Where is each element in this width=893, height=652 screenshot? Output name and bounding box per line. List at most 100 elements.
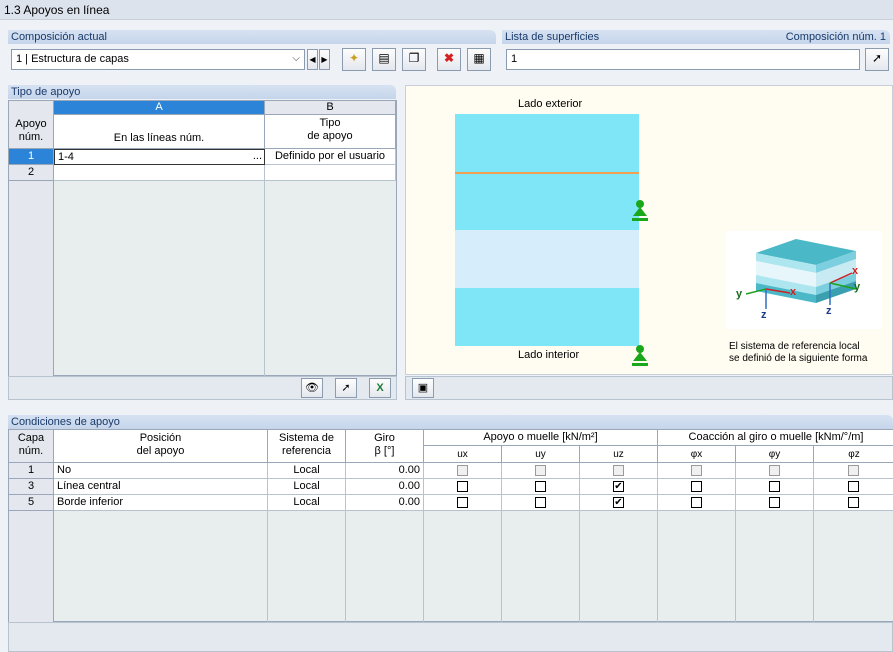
layer-bottom [455,288,639,346]
row-number[interactable]: 2 [9,165,54,181]
axis-x-label: x [852,265,859,277]
ux-checkbox[interactable] [457,497,468,508]
conditions-table: Capa núm. Posición del apoyo Sistema de ref… [8,429,893,622]
header-phiy: φy [736,446,814,463]
view-button[interactable]: 👁 [301,378,323,398]
row-number[interactable]: 3 [9,479,54,495]
pick-line-button[interactable]: ➚ [335,378,357,398]
uz-checkbox[interactable] [613,465,624,476]
column-a-header[interactable]: A [54,101,265,115]
header-position: Posición del apoyo [54,430,268,463]
excel-export-button[interactable]: X [369,378,391,398]
composition-dropdown[interactable]: 1 | Estructura de capas ⌵ [11,49,305,70]
coordinate-note-1: El sistema de referencia local [729,341,860,352]
copy-composition-button[interactable]: ❐ [402,48,426,71]
header-rotation-spring: Coacción al giro o muelle [kNm/°/m] [658,430,893,446]
row-header-empty [9,511,54,622]
row-number[interactable]: 1 [9,149,54,165]
copy-icon: ❐ [408,51,420,65]
new-composition-button[interactable]: ✦ [342,48,366,71]
pick-surface-button[interactable]: ➚ [865,48,889,71]
table-export-button[interactable]: ▦ [467,48,491,71]
row-number[interactable]: 1 [9,463,54,479]
next-button[interactable]: ▶ [319,49,330,70]
position-cell[interactable]: Borde inferior [54,495,268,511]
conditions-header: Condiciones de apoyo [8,415,893,429]
reference-system-cell[interactable]: Local [268,479,346,495]
window-title: 1.3 Apoyos en línea [0,0,893,20]
position-cell[interactable]: No [54,463,268,479]
position-cell[interactable]: Línea central [54,479,268,495]
new-icon: ✦ [348,51,360,65]
axis-y-label: y [854,281,861,293]
uy-checkbox[interactable] [535,481,546,492]
axis-z-label: z [826,305,832,317]
header-uz: uz [580,446,658,463]
ux-checkbox[interactable] [457,465,468,476]
rotation-cell[interactable]: 0.00 [346,479,424,495]
px-checkbox[interactable] [691,481,702,492]
py-cell [736,479,814,495]
uy-cell [502,495,580,511]
reference-system-cell[interactable]: Local [268,463,346,479]
py-checkbox[interactable] [769,465,780,476]
prev-button[interactable]: ◀ [307,49,318,70]
edit-composition-button[interactable]: ▤ [372,48,396,71]
axis-x-label: x [790,286,797,298]
conditions-toolbar [8,622,893,652]
support-type-cell[interactable]: Definido por el usuario [265,149,396,165]
support-type-header: Tipo de apoyo [8,85,396,99]
pz-checkbox[interactable] [848,465,859,476]
pz-cell [814,463,893,479]
delete-icon: ✖ [443,51,455,65]
uy-checkbox[interactable] [535,497,546,508]
rotation-cell[interactable]: 0.00 [346,495,424,511]
pz-cell [814,495,893,511]
header-support-type: Tipo de apoyo [265,115,396,149]
uy-checkbox[interactable] [535,465,546,476]
delete-composition-button[interactable]: ✖ [437,48,461,71]
layer-middle [455,230,639,288]
header-phiz: φz [814,446,893,463]
column-b-header[interactable]: B [265,101,396,115]
ux-cell [424,479,502,495]
px-checkbox[interactable] [691,465,702,476]
support-type-cell[interactable] [265,165,396,181]
pz-cell [814,479,893,495]
row-number[interactable]: 5 [9,495,54,511]
uz-cell: ✔ [580,479,658,495]
px-cell [658,463,736,479]
edit-icon: ▤ [378,51,390,65]
py-checkbox[interactable] [769,497,780,508]
rotation-cell[interactable]: 0.00 [346,463,424,479]
header-spring: Apoyo o muelle [kN/m²] [424,430,658,446]
support-toolbar: 👁 ➚ X [8,376,397,400]
header-layer: Capa núm. [9,430,54,463]
composition-selected: 1 | Estructura de capas [16,53,129,65]
pz-checkbox[interactable] [848,497,859,508]
ux-cell [424,495,502,511]
column-divider [264,181,265,376]
uz-checkbox[interactable]: ✔ [613,497,624,508]
diagram-panel: Lado exterior Lado interior y x z x y z … [405,85,893,375]
lines-input[interactable]: 1-4 ... [54,149,265,165]
surfaces-header: Lista de superficies Composición núm. 1 [502,30,890,44]
axis-y-label: y [736,288,743,300]
diagram-settings-button[interactable]: ▣ [412,378,434,398]
py-checkbox[interactable] [769,481,780,492]
surfaces-input[interactable]: 1 [506,49,860,70]
header-lines: En las líneas núm. [54,115,265,149]
uz-checkbox[interactable]: ✔ [613,481,624,492]
inner-side-label: Lado interior [518,349,580,361]
header-rotation: Giro β [°] [346,430,424,463]
pz-checkbox[interactable] [848,481,859,492]
outer-side-label: Lado exterior [518,98,583,110]
layered-plate-icon [745,239,857,309]
reference-system-cell[interactable]: Local [268,495,346,511]
lines-cell[interactable] [54,165,265,181]
py-cell [736,495,814,511]
lines-browse-button[interactable]: ... [253,150,262,163]
px-checkbox[interactable] [691,497,702,508]
support-green-icon [632,200,648,221]
ux-checkbox[interactable] [457,481,468,492]
